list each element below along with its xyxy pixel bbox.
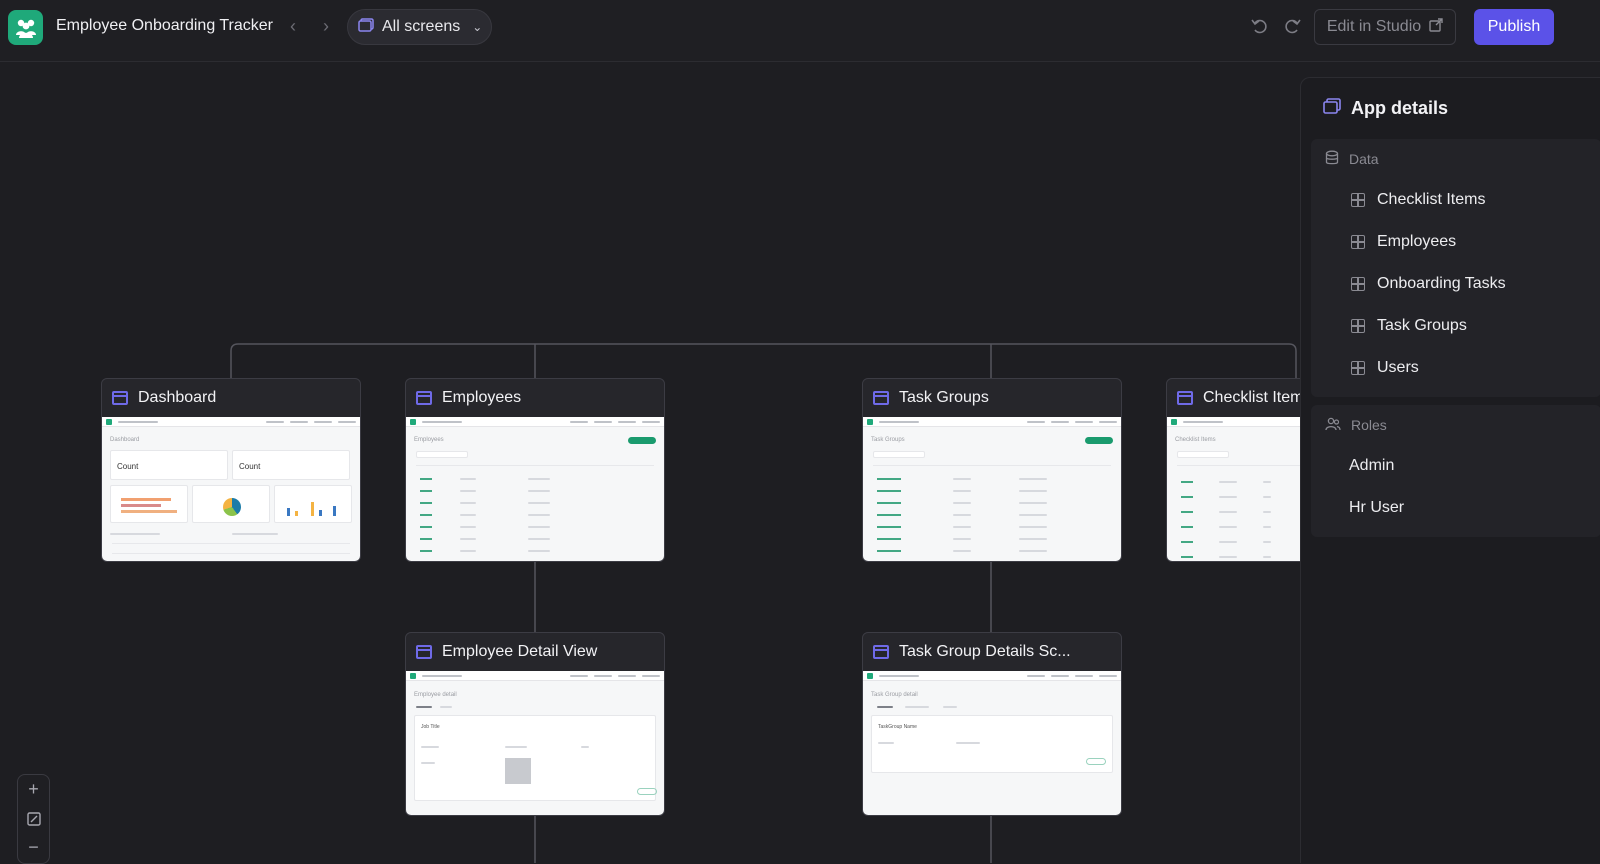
screen-preview: Employees: [406, 417, 664, 561]
data-item-label: Task Groups: [1377, 317, 1467, 334]
screen-card-dashboard[interactable]: Dashboard Dashboard Count Count: [101, 378, 361, 562]
table-icon: [1351, 361, 1365, 375]
data-item-employees[interactable]: Employees: [1311, 221, 1600, 263]
card-title: Task Group Details Sc...: [899, 643, 1071, 660]
screens-icon: [1323, 98, 1341, 119]
app-logo-icon[interactable]: [8, 10, 43, 45]
table-icon: [1351, 235, 1365, 249]
edit-in-studio-label: Edit in Studio: [1326, 18, 1422, 35]
forward-arrow-icon[interactable]: ›: [316, 16, 336, 37]
table-icon: [1351, 319, 1365, 333]
preview-field: TaskGroup Name: [878, 724, 917, 730]
preview-heading: Task Group detail: [871, 692, 918, 698]
preview-count-1: Count: [117, 462, 139, 471]
preview-heading: Checklist Items: [1175, 437, 1216, 443]
preview-heading: Task Groups: [871, 437, 905, 443]
preview-heading: Dashboard: [110, 437, 140, 443]
data-item-label: Onboarding Tasks: [1377, 275, 1506, 292]
table-icon: [1351, 277, 1365, 291]
preview-field: Job Title: [421, 724, 440, 730]
screens-icon: [358, 17, 374, 37]
role-hr-user[interactable]: Hr User: [1311, 487, 1600, 529]
zoom-out-icon[interactable]: −: [18, 833, 49, 862]
users-icon: [1325, 417, 1341, 434]
publish-button[interactable]: Publish: [1474, 9, 1554, 45]
data-section-label: Data: [1349, 151, 1379, 167]
back-arrow-icon[interactable]: ‹: [283, 16, 303, 37]
app-details-panel: App details Data Checklist Items Employe…: [1300, 77, 1600, 863]
screen-preview: Employee detail Job Title: [406, 671, 664, 815]
preview-heading: Employee detail: [414, 692, 457, 698]
screen-icon: [873, 391, 889, 405]
screen-icon: [416, 645, 432, 659]
screen-icon: [873, 645, 889, 659]
preview-heading: Employees: [414, 437, 444, 443]
data-item-onboarding-tasks[interactable]: Onboarding Tasks: [1311, 263, 1600, 305]
screen-preview: Task Groups: [863, 417, 1121, 561]
screen-preview: Task Group detail TaskGroup Name: [863, 671, 1121, 815]
data-item-checklist-items[interactable]: Checklist Items: [1311, 179, 1600, 221]
data-item-label: Employees: [1377, 233, 1457, 250]
card-title: Dashboard: [138, 389, 217, 406]
fit-view-icon[interactable]: [18, 804, 49, 833]
undo-icon[interactable]: [1250, 16, 1272, 38]
card-title: Task Groups: [899, 389, 989, 406]
roles-section-label: Roles: [1351, 417, 1387, 433]
card-title: Employee Detail View: [442, 643, 598, 660]
app-title: Employee Onboarding Tracker: [56, 17, 273, 34]
database-icon: [1325, 150, 1339, 169]
role-admin[interactable]: Admin: [1311, 445, 1600, 487]
card-title: Employees: [442, 389, 522, 406]
screen-card-task-groups[interactable]: Task Groups Task Groups: [862, 378, 1122, 562]
data-item-label: Checklist Items: [1377, 191, 1486, 208]
screen-card-employee-detail-view[interactable]: Employee Detail View Employee detail Job…: [405, 632, 665, 816]
data-item-task-groups[interactable]: Task Groups: [1311, 305, 1600, 347]
zoom-in-icon[interactable]: +: [18, 775, 49, 804]
redo-icon[interactable]: [1282, 16, 1304, 38]
screen-icon: [1177, 391, 1193, 405]
screen-icon: [112, 391, 128, 405]
screen-icon: [416, 391, 432, 405]
data-section: Data Checklist Items Employees Onboardin…: [1311, 139, 1600, 397]
edit-in-studio-button[interactable]: Edit in Studio: [1314, 9, 1456, 45]
table-icon: [1351, 193, 1365, 207]
screens-label: All screens: [382, 18, 461, 35]
all-screens-dropdown[interactable]: All screens ⌄: [347, 9, 492, 45]
screen-card-task-group-details[interactable]: Task Group Details Sc... Task Group deta…: [862, 632, 1122, 816]
data-item-users[interactable]: Users: [1311, 347, 1600, 389]
screen-preview: Dashboard Count Count: [102, 417, 360, 561]
data-item-label: Users: [1377, 359, 1419, 376]
panel-title-label: App details: [1351, 98, 1449, 118]
external-link-icon: [1429, 17, 1443, 37]
card-title: Checklist Items: [1203, 389, 1312, 406]
chevron-down-icon: ⌄: [472, 20, 483, 34]
screen-card-employees[interactable]: Employees Employees: [405, 378, 665, 562]
roles-section: Roles Admin Hr User: [1311, 405, 1600, 537]
panel-title: App details: [1323, 98, 1448, 119]
zoom-controls: + −: [17, 774, 50, 864]
top-bar: Employee Onboarding Tracker ‹ › All scre…: [0, 0, 1600, 62]
preview-count-2: Count: [239, 462, 261, 471]
